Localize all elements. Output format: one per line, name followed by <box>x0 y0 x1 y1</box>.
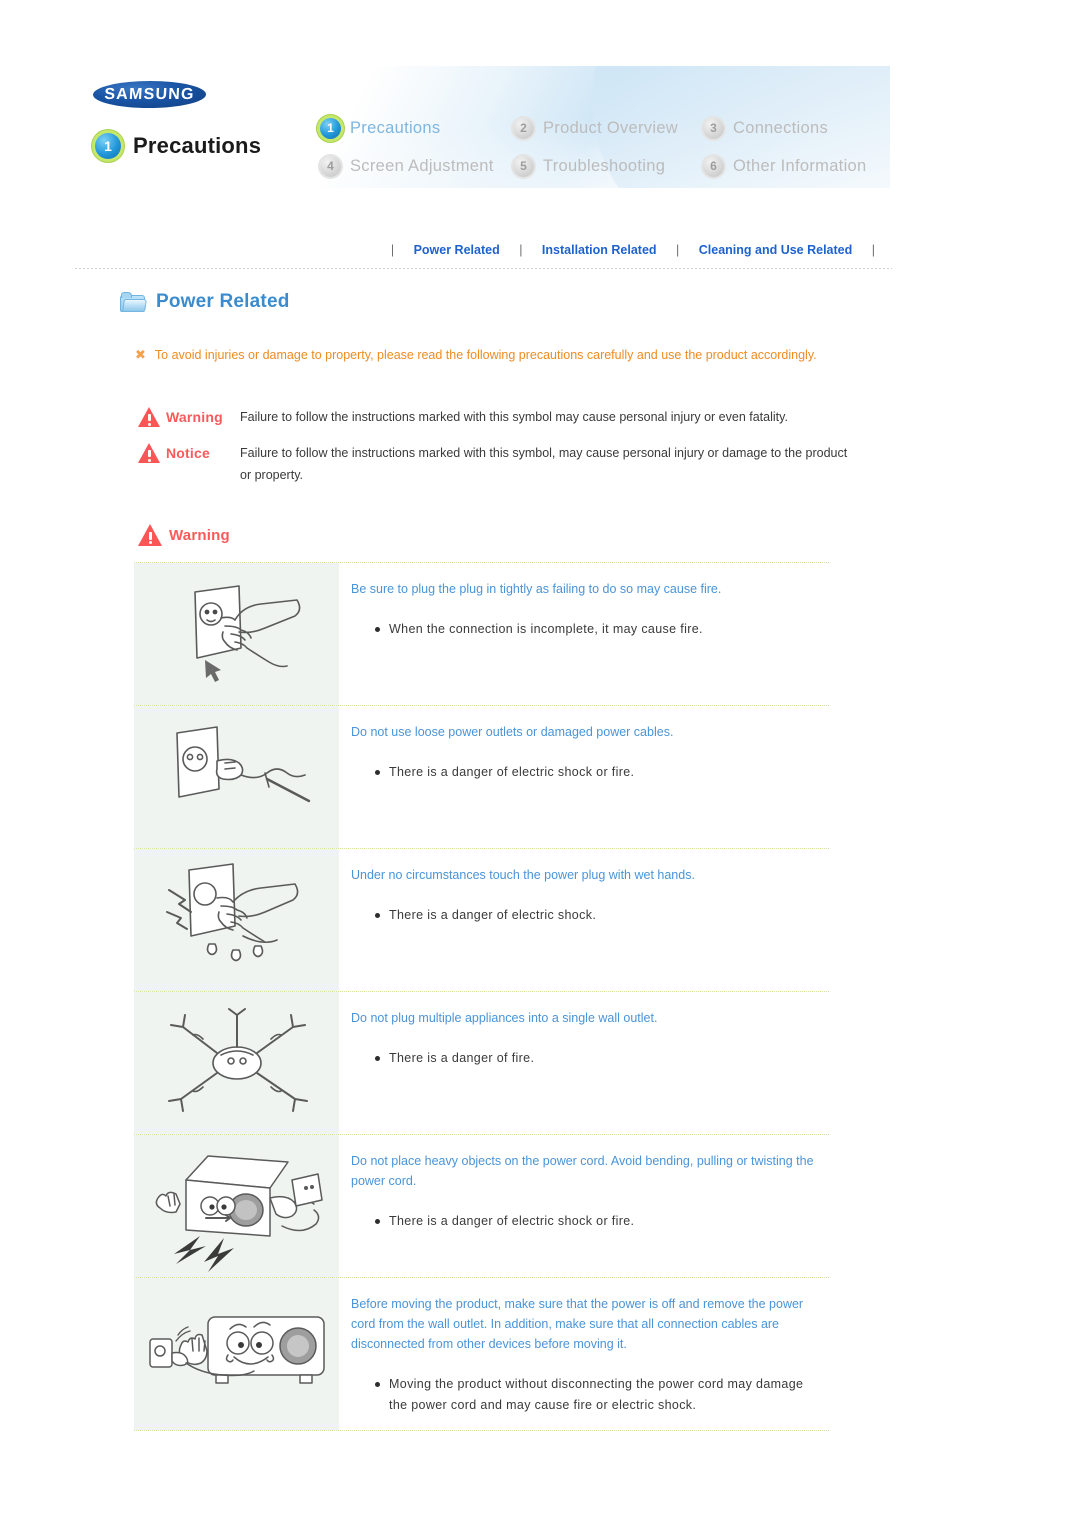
chapter-nav: 1 Precautions 2 Product Overview 3 Conne… <box>320 118 880 177</box>
illustration-cell <box>134 1135 339 1277</box>
subnav-link-power-related[interactable]: Power Related <box>414 243 500 257</box>
nav-badge-4: 4 <box>320 156 341 177</box>
warning-text-cell: Do not use loose power outlets or damage… <box>339 706 829 848</box>
definition-warning-label: Warning <box>138 406 240 427</box>
nav-label-product-overview: Product Overview <box>543 119 679 137</box>
page-title-badge: 1 <box>95 133 121 159</box>
illustration-cell <box>134 706 339 848</box>
nav-label-troubleshooting: Troubleshooting <box>543 157 666 175</box>
nav-item-product-overview[interactable]: 2 Product Overview <box>513 118 703 139</box>
nav-badge-3: 3 <box>703 118 724 139</box>
projector-unplugged-before-moving-illustration <box>148 1316 325 1384</box>
table-row: Be sure to plug the plug in tightly as f… <box>134 563 829 706</box>
precautions-page: SAMSUNG 1 Precautions 1 Precautions 2 Pr… <box>0 0 1080 1528</box>
nav-label-connections: Connections <box>733 119 829 137</box>
warning-text-cell: Be sure to plug the plug in tightly as f… <box>339 563 829 705</box>
illustration-cell <box>134 1278 339 1430</box>
definition-warning-text: Failure to follow the instructions marke… <box>240 410 788 424</box>
warning-headline: Under no circumstances touch the power p… <box>351 868 695 882</box>
definition-notice-text: Failure to follow the instructions marke… <box>240 446 848 482</box>
subnav-link-cleaning-and-use-related[interactable]: Cleaning and Use Related <box>699 243 853 257</box>
subnav-separator-0: | <box>390 243 395 257</box>
warning-bullet: There is a danger of electric shock or f… <box>351 1211 823 1232</box>
symbol-definitions: Warning Failure to follow the instructio… <box>138 406 848 500</box>
nav-label-precautions: Precautions <box>350 119 441 137</box>
warning-label-text: Warning <box>166 409 223 425</box>
illustration-cell <box>134 992 339 1134</box>
warning-headline: Before moving the product, make sure tha… <box>351 1297 804 1351</box>
hand-plugging-plug-into-outlet-illustration <box>193 585 300 683</box>
nav-item-other-information[interactable]: 6 Other Information <box>703 156 880 177</box>
folder-icon <box>120 291 147 313</box>
nav-item-precautions[interactable]: 1 Precautions <box>320 118 513 139</box>
warning-block-label: Warning <box>169 526 230 544</box>
warning-headline: Do not plug multiple appliances into a s… <box>351 1011 658 1025</box>
table-row: Under no circumstances touch the power p… <box>134 849 829 992</box>
nav-badge-1: 1 <box>320 118 341 139</box>
page-title: 1 Precautions <box>95 133 261 159</box>
warning-block-heading: Warning <box>138 524 230 546</box>
subnav: | Power Related | Installation Related |… <box>75 243 890 257</box>
asterisk-icon: ✖ <box>135 347 146 362</box>
warning-headline: Be sure to plug the plug in tightly as f… <box>351 582 722 596</box>
table-row: Before moving the product, make sure tha… <box>134 1278 829 1431</box>
section-heading: Power Related <box>120 291 290 313</box>
intro-text: To avoid injuries or damage to property,… <box>154 348 817 362</box>
nav-item-screen-adjustment[interactable]: 4 Screen Adjustment <box>320 156 513 177</box>
nav-badge-6: 6 <box>703 156 724 177</box>
definition-notice-label: Notice <box>138 442 240 463</box>
warning-bullet: Moving the product without disconnecting… <box>351 1374 823 1416</box>
warning-text-cell: Do not plug multiple appliances into a s… <box>339 992 829 1134</box>
warning-bullets: There is a danger of electric shock or f… <box>351 1211 823 1232</box>
intro-note: ✖ To avoid injuries or damage to propert… <box>135 344 835 366</box>
warning-headline: Do not place heavy objects on the power … <box>351 1154 814 1188</box>
subnav-separator-2: | <box>676 243 680 257</box>
wet-hand-touching-plug-illustration <box>165 863 298 962</box>
nav-label-other-information: Other Information <box>733 157 867 175</box>
warning-bullets: There is a danger of fire. <box>351 1048 823 1069</box>
projector-on-damaged-power-cord-illustration <box>155 1155 323 1272</box>
section-title: Power Related <box>156 291 290 312</box>
warning-text-cell: Do not place heavy objects on the power … <box>339 1135 829 1277</box>
nav-badge-2: 2 <box>513 118 534 139</box>
table-row: Do not plug multiple appliances into a s… <box>134 992 829 1135</box>
warning-bullets: When the connection is incomplete, it ma… <box>351 619 823 640</box>
warning-bullets: Moving the product without disconnecting… <box>351 1374 823 1416</box>
illustration-cell <box>134 849 339 991</box>
warning-bullets: There is a danger of electric shock. <box>351 905 823 926</box>
nav-label-screen-adjustment: Screen Adjustment <box>350 157 494 175</box>
warning-bullet: When the connection is incomplete, it ma… <box>351 619 823 640</box>
warning-bullet: There is a danger of fire. <box>351 1048 823 1069</box>
nav-badge-5: 5 <box>513 156 534 177</box>
warning-headline: Do not use loose power outlets or damage… <box>351 725 674 739</box>
warning-text-cell: Before moving the product, make sure tha… <box>339 1278 829 1430</box>
table-row: Do not place heavy objects on the power … <box>134 1135 829 1278</box>
notice-triangle-icon <box>138 443 160 463</box>
definition-notice: Notice Failure to follow the instruction… <box>138 442 848 486</box>
page-title-label: Precautions <box>133 133 262 158</box>
subnav-separator-3: | <box>871 243 875 257</box>
definition-warning: Warning Failure to follow the instructio… <box>138 406 848 428</box>
samsung-logo: SAMSUNG <box>92 81 207 108</box>
warning-table: Be sure to plug the plug in tightly as f… <box>134 562 829 1431</box>
warning-text-cell: Under no circumstances touch the power p… <box>339 849 829 991</box>
nav-item-troubleshooting[interactable]: 5 Troubleshooting <box>513 156 703 177</box>
multiple-plugs-single-outlet-illustration <box>167 1008 308 1112</box>
warning-bullet: There is a danger of electric shock or f… <box>351 762 823 783</box>
subnav-separator-1: | <box>519 243 523 257</box>
nav-item-connections[interactable]: 3 Connections <box>703 118 880 139</box>
table-row: Do not use loose power outlets or damage… <box>134 706 829 849</box>
warning-triangle-icon <box>138 524 162 546</box>
warning-triangle-icon <box>138 407 160 427</box>
divider <box>75 268 892 269</box>
warning-bullet: There is a danger of electric shock. <box>351 905 823 926</box>
loose-outlet-damaged-cable-illustration <box>175 726 310 803</box>
illustration-cell <box>134 563 339 705</box>
header-banner: SAMSUNG 1 Precautions 1 Precautions 2 Pr… <box>75 66 890 188</box>
warning-bullets: There is a danger of electric shock or f… <box>351 762 823 783</box>
subnav-link-installation-related[interactable]: Installation Related <box>542 243 657 257</box>
notice-label-text: Notice <box>166 445 210 461</box>
